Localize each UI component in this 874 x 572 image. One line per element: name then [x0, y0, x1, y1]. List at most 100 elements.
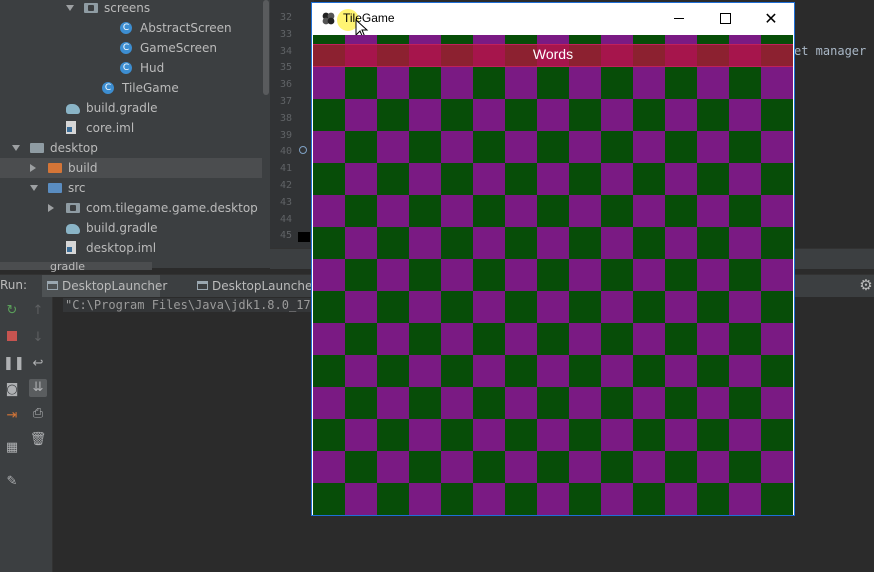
- tree-item[interactable]: core.iml: [0, 118, 262, 138]
- tree-item[interactable]: C AbstractScreen: [0, 18, 262, 38]
- line-number: 45: [279, 230, 292, 242]
- board-tile: [729, 99, 761, 131]
- source-folder-icon: [48, 183, 62, 193]
- exit-icon[interactable]: ⇥: [3, 407, 21, 425]
- camera-icon[interactable]: ◙: [3, 381, 21, 399]
- board-tile: [697, 227, 729, 259]
- board-tile: [761, 163, 793, 195]
- board-tile: [409, 99, 441, 131]
- board-tile: [505, 387, 537, 419]
- tree-item[interactable]: C TileGame: [0, 78, 262, 98]
- module-file-icon: [66, 241, 76, 254]
- board-tile: [633, 291, 665, 323]
- board-tile: [761, 355, 793, 387]
- chevron-down-icon[interactable]: [12, 145, 20, 151]
- chevron-down-icon[interactable]: [66, 5, 74, 11]
- board-tile: [697, 195, 729, 227]
- tree-item[interactable]: C GameScreen: [0, 38, 262, 58]
- project-tree-scrollbar[interactable]: [262, 0, 270, 268]
- board-tile: [505, 259, 537, 291]
- tree-item[interactable]: build.gradle: [0, 98, 262, 118]
- stop-icon[interactable]: [3, 329, 21, 347]
- board-tile: [665, 387, 697, 419]
- pause-icon[interactable]: ❚❚: [3, 355, 25, 373]
- scrollbar-thumb[interactable]: [263, 0, 269, 95]
- board-tile: [665, 323, 697, 355]
- rerun-icon[interactable]: ↻: [3, 302, 21, 320]
- board-tile: [441, 99, 473, 131]
- tree-item[interactable]: build.gradle: [0, 218, 262, 238]
- console-line: "C:\Program Files\Java\jdk1.8.0_171\: [63, 298, 328, 312]
- scroll-to-end-icon[interactable]: ⇊: [29, 379, 47, 397]
- minimize-icon: [674, 18, 684, 19]
- window-titlebar[interactable]: TileGame ✕: [312, 3, 794, 39]
- chevron-right-icon[interactable]: [30, 164, 36, 172]
- board-tile: [313, 419, 345, 451]
- tree-item[interactable]: com.tilegame.game.desktop: [0, 198, 262, 218]
- board-tile: [313, 195, 345, 227]
- run-tab-2[interactable]: DesktopLauncher: [192, 275, 317, 297]
- board-tile: [537, 163, 569, 195]
- board-tile: [473, 67, 505, 99]
- board-tile: [697, 131, 729, 163]
- board-tile: [441, 323, 473, 355]
- board-tile: [441, 355, 473, 387]
- override-marker-icon[interactable]: [299, 146, 307, 154]
- trash-icon[interactable]: 🗑: [29, 431, 47, 449]
- project-tree: screens C AbstractScreen C GameScreen C Hud C Ti…: [0, 0, 262, 268]
- board-tile: [729, 355, 761, 387]
- board-tile: [729, 195, 761, 227]
- board-tile: [537, 131, 569, 163]
- board-tile: [345, 163, 377, 195]
- board-tile: [761, 67, 793, 99]
- board-tile: [729, 419, 761, 451]
- arrow-down-icon[interactable]: ↓: [29, 329, 47, 347]
- board-tile: [345, 259, 377, 291]
- minimize-button[interactable]: [656, 3, 702, 34]
- board-tile: [409, 483, 441, 515]
- board-tile: [665, 195, 697, 227]
- tree-item-label: build: [68, 161, 98, 175]
- board-tile: [665, 259, 697, 291]
- board-tile: [697, 483, 729, 515]
- board-tile: [761, 419, 793, 451]
- soft-wrap-icon[interactable]: ↩: [29, 355, 47, 373]
- board-tile: [345, 291, 377, 323]
- board-tile: [633, 387, 665, 419]
- board-tile: [633, 99, 665, 131]
- project-tree-cut-row[interactable]: gradle: [0, 260, 152, 273]
- print-icon[interactable]: ⎙: [29, 405, 47, 423]
- board-tile: [537, 227, 569, 259]
- close-button[interactable]: ✕: [748, 3, 794, 34]
- maximize-button[interactable]: [702, 3, 748, 34]
- folder-icon: [30, 143, 44, 153]
- board-tile: [345, 227, 377, 259]
- arrow-up-icon[interactable]: ↑: [29, 302, 47, 320]
- tilegame-window[interactable]: TileGame ✕ Words: [312, 3, 794, 515]
- board-tile: [761, 483, 793, 515]
- chevron-right-icon[interactable]: [48, 204, 54, 212]
- board-tile: [537, 99, 569, 131]
- run-tab-1[interactable]: DesktopLauncher: [42, 275, 167, 297]
- board-tile: [441, 387, 473, 419]
- tree-item[interactable]: desktop.iml: [0, 238, 262, 258]
- tree-item[interactable]: src: [0, 178, 262, 198]
- layout-icon[interactable]: ▦: [3, 439, 21, 457]
- tree-item[interactable]: desktop: [0, 138, 262, 158]
- gear-icon[interactable]: ⚙: [858, 277, 874, 293]
- board-tile: [569, 355, 601, 387]
- tree-item[interactable]: build: [0, 158, 262, 178]
- console-tab-icon: [197, 281, 208, 290]
- board-tile: [313, 355, 345, 387]
- board-tile: [601, 131, 633, 163]
- board-tile: [505, 291, 537, 323]
- pin-icon[interactable]: ✎: [3, 473, 21, 491]
- tree-item-label: AbstractScreen: [140, 21, 232, 35]
- tree-item[interactable]: C Hud: [0, 58, 262, 78]
- board-tile: [537, 195, 569, 227]
- chevron-down-icon[interactable]: [30, 185, 38, 191]
- game-canvas[interactable]: Words: [313, 35, 793, 515]
- board-tile: [633, 355, 665, 387]
- tree-item[interactable]: screens: [0, 0, 262, 18]
- board-tile: [441, 195, 473, 227]
